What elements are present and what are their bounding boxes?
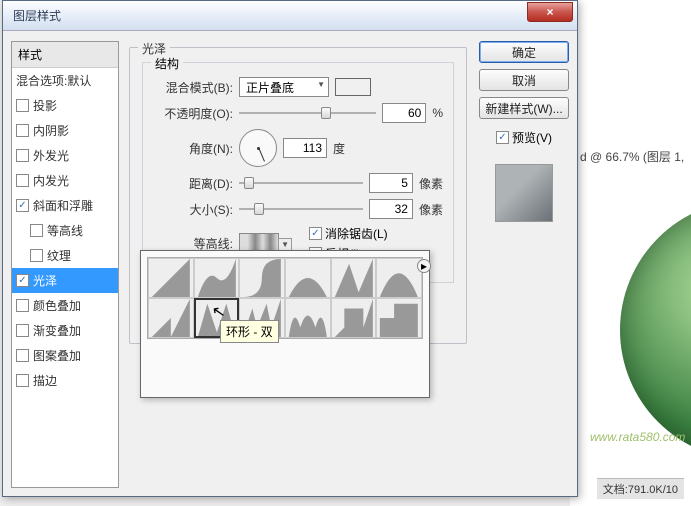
style-item-gradient-overlay[interactable]: 渐变叠加 <box>12 318 118 343</box>
titlebar[interactable]: 图层样式 × <box>3 1 577 31</box>
style-item-stroke[interactable]: 描边 <box>12 368 118 393</box>
distance-slider[interactable] <box>239 174 363 192</box>
ok-button[interactable]: 确定 <box>479 41 569 63</box>
antialias-checkbox[interactable]: ✓消除锯齿(L) <box>309 225 388 242</box>
checkbox[interactable] <box>16 124 29 137</box>
structure-title: 结构 <box>151 55 183 72</box>
style-item-texture[interactable]: 纹理 <box>12 243 118 268</box>
close-icon: × <box>546 5 553 19</box>
opacity-unit: % <box>432 106 443 120</box>
style-item-contour[interactable]: 等高线 <box>12 218 118 243</box>
preview-checkbox[interactable]: ✓预览(V) <box>479 129 569 146</box>
checkbox[interactable]: ✓ <box>16 274 29 287</box>
blend-mode-label: 混合模式(B): <box>153 79 233 96</box>
distance-input[interactable] <box>369 173 413 193</box>
checkbox[interactable] <box>16 374 29 387</box>
preview-box <box>479 160 569 222</box>
distance-unit: 像素 <box>419 175 443 192</box>
opacity-label: 不透明度(O): <box>153 105 233 122</box>
watermark-url: www.rata580.com <box>590 430 685 444</box>
document-title-tab: d @ 66.7% (图层 1, <box>580 148 684 165</box>
checkbox[interactable] <box>16 349 29 362</box>
angle-label: 角度(N): <box>153 140 233 157</box>
contour-preset[interactable] <box>331 258 377 298</box>
checkbox[interactable]: ✓ <box>16 199 29 212</box>
angle-input[interactable] <box>283 138 327 158</box>
size-input[interactable] <box>369 199 413 219</box>
size-label: 大小(S): <box>153 201 233 218</box>
preview-thumbnail <box>495 164 553 222</box>
checkbox[interactable] <box>30 224 43 237</box>
style-item-drop-shadow[interactable]: 投影 <box>12 93 118 118</box>
checkbox[interactable] <box>16 149 29 162</box>
contour-preset[interactable] <box>148 258 194 298</box>
style-item-satin[interactable]: ✓光泽 <box>12 268 118 293</box>
style-item-inner-shadow[interactable]: 内阴影 <box>12 118 118 143</box>
checkbox[interactable] <box>16 299 29 312</box>
opacity-input[interactable] <box>382 103 426 123</box>
checkbox[interactable] <box>16 324 29 337</box>
blend-mode-dropdown[interactable]: 正片叠底 <box>239 77 329 97</box>
close-button[interactable]: × <box>527 2 573 22</box>
size-unit: 像素 <box>419 201 443 218</box>
style-list: 样式 混合选项:默认 投影 内阴影 外发光 内发光 ✓斜面和浮雕 等高线 纹理 … <box>11 41 119 488</box>
style-item-inner-glow[interactable]: 内发光 <box>12 168 118 193</box>
new-style-button[interactable]: 新建样式(W)... <box>479 97 569 119</box>
style-item-outer-glow[interactable]: 外发光 <box>12 143 118 168</box>
contour-preset[interactable] <box>148 298 194 338</box>
style-item-bevel-emboss[interactable]: ✓斜面和浮雕 <box>12 193 118 218</box>
style-item-blend-options[interactable]: 混合选项:默认 <box>12 68 118 93</box>
contour-preset[interactable] <box>285 258 331 298</box>
style-item-color-overlay[interactable]: 颜色叠加 <box>12 293 118 318</box>
jade-circle-artwork <box>620 200 691 460</box>
window-title: 图层样式 <box>13 7 527 24</box>
cancel-button[interactable]: 取消 <box>479 69 569 91</box>
checkbox[interactable] <box>16 174 29 187</box>
contour-preset[interactable] <box>376 298 422 338</box>
contour-preset[interactable] <box>239 258 285 298</box>
size-slider[interactable] <box>239 200 363 218</box>
contour-grid <box>147 257 423 339</box>
checkbox[interactable] <box>30 249 43 262</box>
status-bar: 文档:791.0K/10 <box>597 478 684 499</box>
contour-tooltip: 环形 - 双 <box>220 320 279 343</box>
color-swatch[interactable] <box>335 78 371 96</box>
contour-preset[interactable] <box>194 258 240 298</box>
action-panel: 确定 取消 新建样式(W)... ✓预览(V) <box>473 41 569 488</box>
distance-label: 距离(D): <box>153 175 233 192</box>
contour-preset[interactable] <box>331 298 377 338</box>
contour-preset-popup: ▸ <box>140 250 430 398</box>
angle-dial[interactable] <box>239 129 277 167</box>
checkbox[interactable] <box>16 99 29 112</box>
angle-unit: 度 <box>333 140 345 157</box>
layer-style-dialog: 图层样式 × 样式 混合选项:默认 投影 内阴影 外发光 内发光 ✓斜面和浮雕 … <box>2 0 578 497</box>
style-item-pattern-overlay[interactable]: 图案叠加 <box>12 343 118 368</box>
popup-menu-icon[interactable]: ▸ <box>417 259 431 273</box>
document-canvas: www.rata580.com <box>570 0 691 506</box>
style-list-header: 样式 <box>12 42 118 68</box>
opacity-slider[interactable] <box>239 104 376 122</box>
contour-preset[interactable] <box>285 298 331 338</box>
contour-preset[interactable] <box>376 258 422 298</box>
